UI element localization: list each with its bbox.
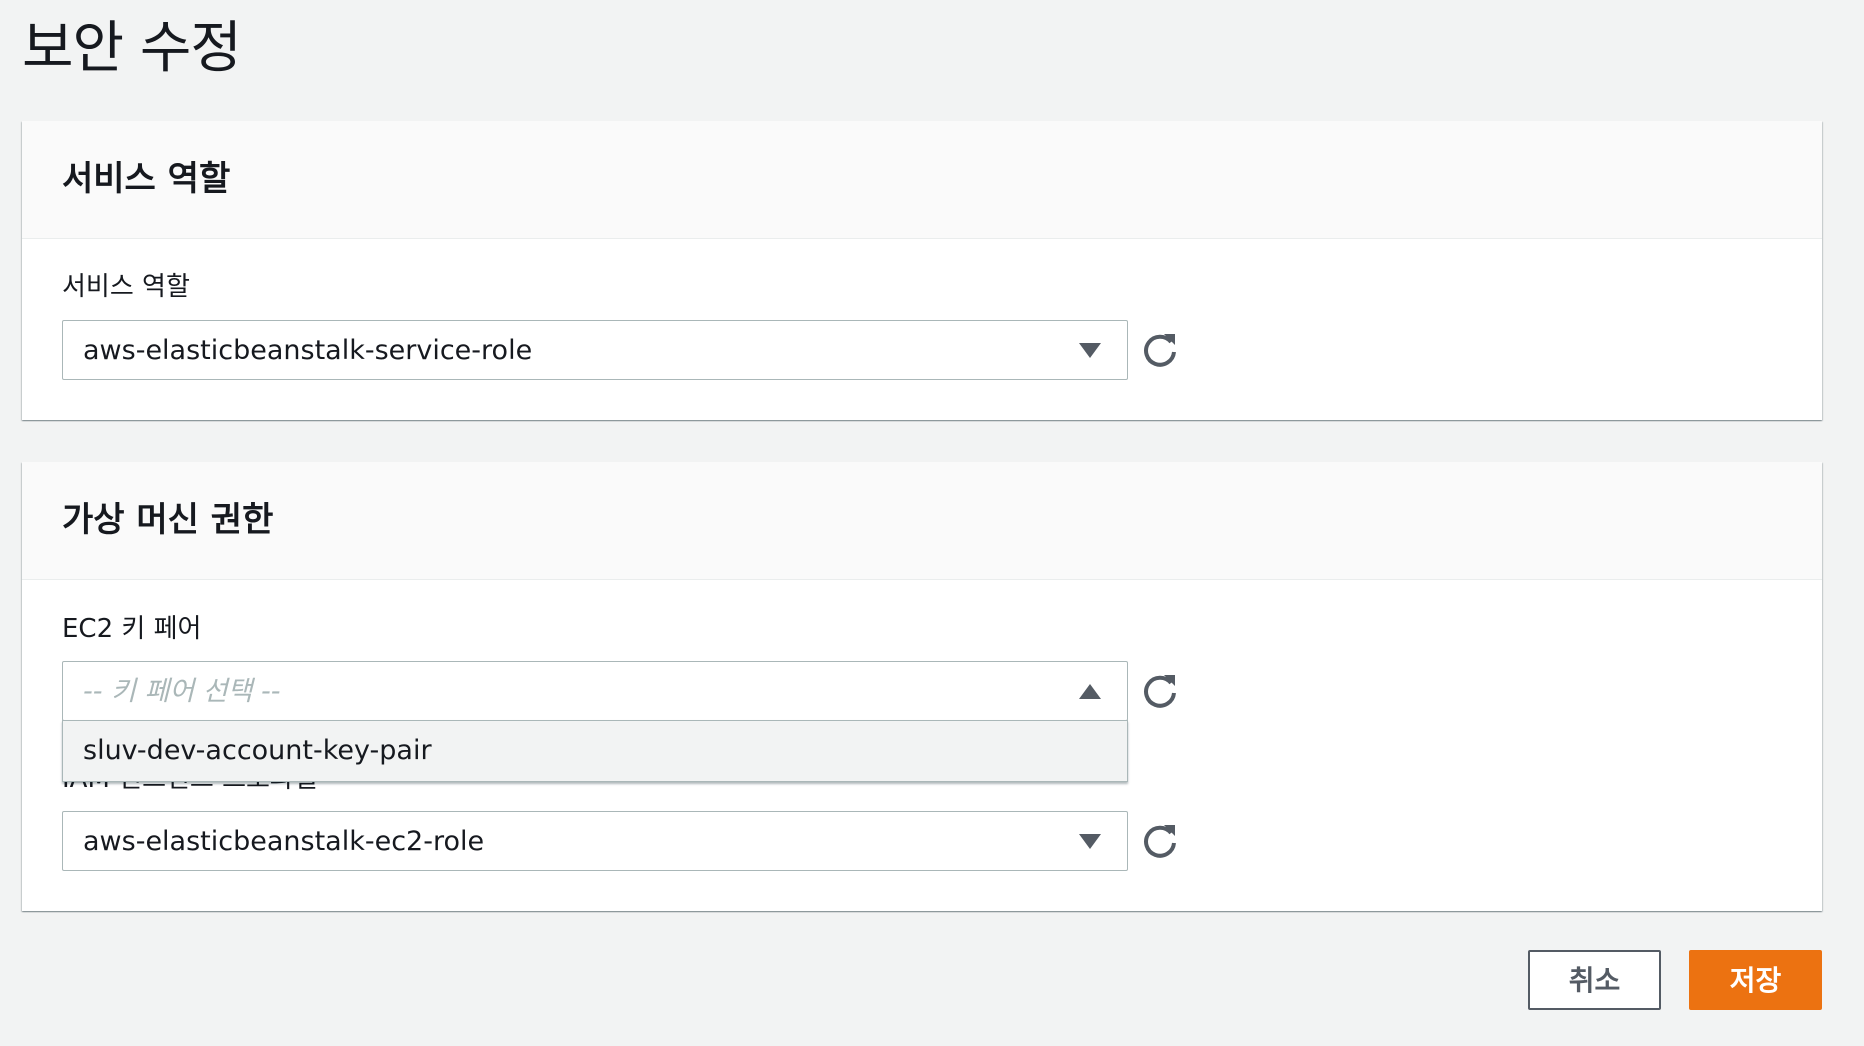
- key-pair-select[interactable]: -- 키 페어 선택 --: [62, 661, 1128, 721]
- vm-permissions-panel-title: 가상 머신 권한: [62, 500, 274, 540]
- service-role-panel-header: 서비스 역할: [22, 121, 1822, 239]
- service-role-select[interactable]: aws-elasticbeanstalk-service-role: [62, 320, 1128, 380]
- save-button[interactable]: 저장: [1689, 950, 1822, 1010]
- refresh-icon[interactable]: [1140, 330, 1180, 370]
- instance-profile-selected-value: aws-elasticbeanstalk-ec2-role: [83, 826, 485, 857]
- refresh-icon-graphic: [1144, 675, 1176, 708]
- refresh-icon-graphic: [1144, 334, 1176, 367]
- key-pair-dropdown: sluv-dev-account-key-pair: [62, 720, 1128, 782]
- key-pair-label: EC2 키 페어: [62, 614, 202, 644]
- vm-permissions-panel-header: 가상 머신 권한: [22, 462, 1822, 580]
- caret-up-icon: [1079, 684, 1101, 699]
- service-role-selected-value: aws-elasticbeanstalk-service-role: [83, 335, 533, 366]
- caret-down-icon: [1079, 343, 1101, 358]
- caret-down-icon: [1079, 834, 1101, 849]
- refresh-icon-graphic: [1144, 825, 1176, 858]
- key-pair-option[interactable]: sluv-dev-account-key-pair: [83, 733, 432, 769]
- service-role-panel-title: 서비스 역할: [62, 159, 231, 199]
- service-role-panel: 서비스 역할 서비스 역할 aws-elasticbeanstalk-servi…: [22, 121, 1822, 420]
- refresh-icon[interactable]: [1140, 671, 1180, 711]
- instance-profile-select[interactable]: aws-elasticbeanstalk-ec2-role: [62, 811, 1128, 871]
- key-pair-placeholder: -- 키 페어 선택 --: [83, 676, 281, 707]
- service-role-label: 서비스 역할: [62, 272, 190, 302]
- vm-permissions-panel: 가상 머신 권한 EC2 키 페어 -- 키 페어 선택 -- sluv-dev…: [22, 462, 1822, 911]
- refresh-icon[interactable]: [1140, 821, 1180, 861]
- page-title: 보안 수정: [22, 16, 242, 81]
- cancel-button[interactable]: 취소: [1528, 950, 1661, 1010]
